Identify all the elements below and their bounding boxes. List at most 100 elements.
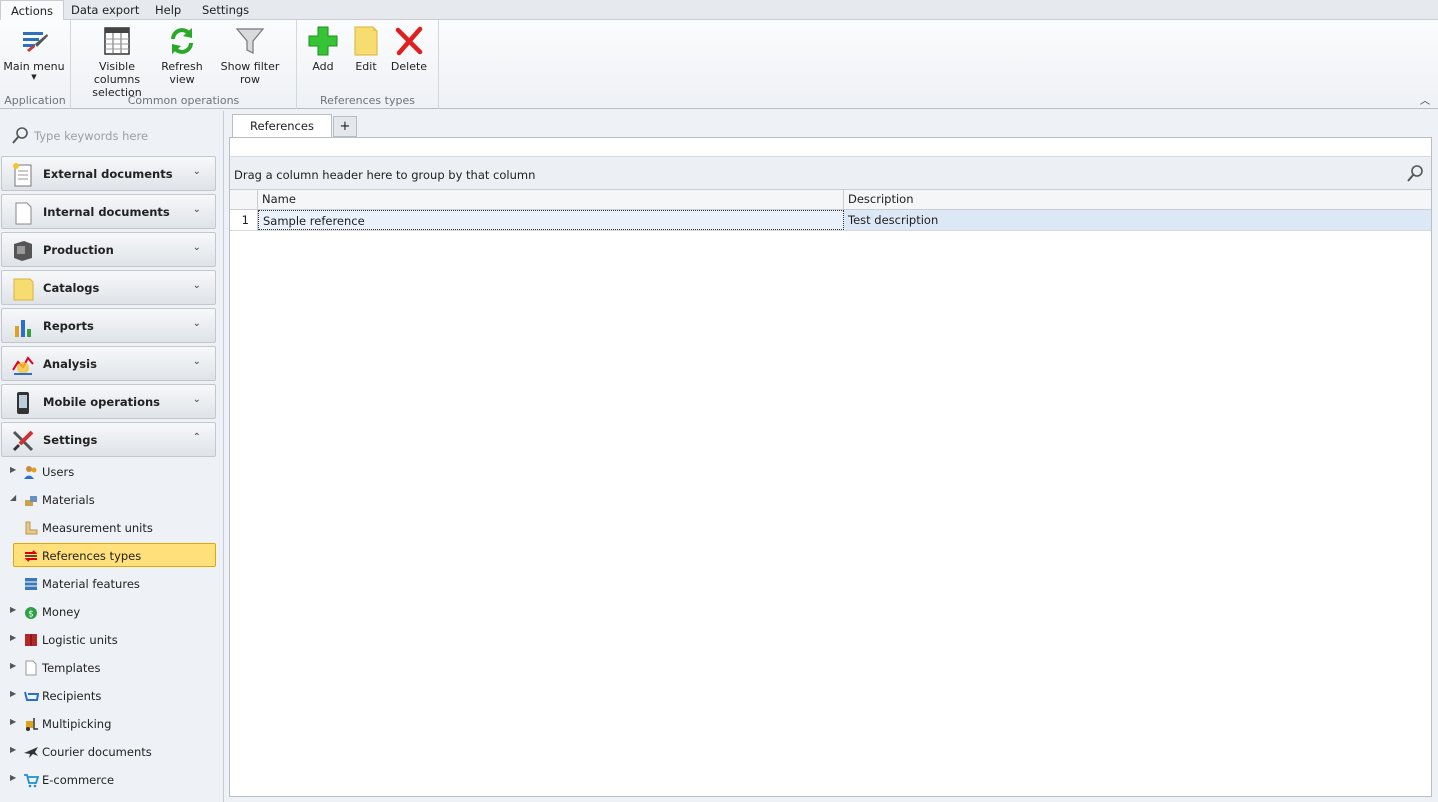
show-filter-label: Show filter row (220, 60, 280, 86)
refresh-label-1: Refresh (161, 60, 203, 73)
row-indicator-header (230, 190, 258, 210)
chevron-down-icon: ⌄ (192, 242, 201, 253)
collapse-arrow-icon[interactable]: ◢ (10, 493, 16, 502)
main-menu-button[interactable]: Main menu ▼ (3, 24, 65, 82)
content-area: References types + Drag a column header … (228, 112, 1435, 799)
pallet-icon (25, 634, 37, 646)
tree-item-references-types[interactable]: References types (13, 543, 216, 567)
main-menu-icon (23, 32, 48, 52)
tree-item-materials[interactable]: ◢ Materials (8, 488, 216, 512)
expand-arrow-icon[interactable]: ▶ (10, 605, 16, 614)
mobile-device-icon (17, 392, 29, 414)
tab-data-export[interactable]: Data export (61, 0, 149, 20)
filter-bar (230, 138, 1431, 157)
add-tab-button[interactable]: + (333, 116, 357, 137)
expand-arrow-icon[interactable]: ▶ (10, 465, 16, 474)
nav-group-label: Analysis (43, 357, 97, 371)
references-icon (24, 550, 38, 562)
nav-search-input[interactable] (34, 127, 214, 145)
nav-group-mobile-operations[interactable]: Mobile operations ⌄ (1, 384, 216, 419)
template-icon (25, 660, 37, 676)
ribbon-group-common: Visible columns selection Refresh view S… (71, 20, 297, 109)
expand-arrow-icon[interactable]: ▶ (10, 773, 16, 782)
show-filter-row-button[interactable]: Show filter row (210, 24, 290, 86)
ruler-icon (25, 521, 38, 535)
nav-group-internal-documents[interactable]: Internal documents ⌄ (1, 194, 216, 229)
tab-help[interactable]: Help (145, 0, 191, 20)
nav-group-external-documents[interactable]: External documents ⌄ (1, 156, 216, 191)
collapse-ribbon-icon[interactable]: ︿ (1420, 92, 1430, 107)
column-header-description[interactable]: Description (844, 190, 1431, 210)
tree-item-e-commerce[interactable]: ▶ E-commerce (8, 768, 216, 792)
nav-group-label: Settings (43, 433, 98, 447)
svg-text:$: $ (28, 610, 34, 620)
tree-item-courier-documents[interactable]: ▶ Courier documents (8, 740, 216, 764)
tab-settings[interactable]: Settings (192, 0, 259, 20)
table-row[interactable]: 1 Sample reference Test description (230, 210, 1431, 231)
production-icon (14, 241, 32, 261)
tree-item-multipicking[interactable]: ▶ Multipicking (8, 712, 216, 736)
cell-description[interactable]: Test description (844, 210, 1431, 230)
tree-item-users[interactable]: ▶ Users (8, 460, 216, 484)
search-icon[interactable] (1405, 164, 1425, 184)
group-hint: Drag a column header here to group by th… (234, 168, 536, 182)
blank-document-icon (15, 202, 32, 225)
add-icon (308, 26, 338, 56)
edit-label: Edit (355, 60, 377, 73)
cell-name[interactable]: Sample reference (258, 210, 844, 230)
nav-group-catalogs[interactable]: Catalogs ⌄ (1, 270, 216, 305)
nav-group-production[interactable]: Production ⌄ (1, 232, 216, 267)
dropdown-arrow-icon: ▼ (31, 73, 37, 81)
refresh-label-2: view (169, 73, 195, 86)
tree-item-label: Courier documents (42, 745, 152, 759)
recipients-icon (24, 691, 39, 701)
refresh-view-button[interactable]: Refresh view (159, 24, 205, 86)
nav-group-analysis[interactable]: Analysis ⌄ (1, 346, 216, 381)
add-button[interactable]: Add (303, 24, 343, 73)
tree-item-money[interactable]: ▶ $ Money (8, 600, 216, 624)
nav-group-label: Reports (43, 319, 94, 333)
tree-item-material-features[interactable]: Material features (8, 572, 216, 596)
tab-actions[interactable]: Actions (0, 0, 65, 21)
forklift-icon (26, 718, 38, 731)
tree-item-recipients[interactable]: ▶ Recipients (8, 684, 216, 708)
tree-item-label: E-commerce (42, 773, 115, 787)
group-caption-common: Common operations (127, 94, 240, 107)
tree-item-label: Users (42, 465, 75, 479)
nav-group-reports[interactable]: Reports ⌄ (1, 308, 216, 343)
visible-columns-label-1: Visible columns (93, 60, 141, 86)
document-tab-references-types[interactable]: References types (232, 114, 332, 155)
filter-icon (235, 28, 265, 54)
airplane-icon (24, 747, 38, 758)
visible-columns-button[interactable]: Visible columns selection (79, 24, 155, 99)
nav-group-label: Internal documents (43, 205, 170, 219)
expand-arrow-icon[interactable]: ▶ (10, 689, 16, 698)
main-menu-label: Main menu (3, 60, 65, 73)
delete-button[interactable]: Delete (389, 24, 429, 73)
expand-arrow-icon[interactable]: ▶ (10, 717, 16, 726)
nav-group-settings[interactable]: Settings ⌃ (1, 422, 216, 457)
ribbon-group-references: Add Edit Delete References types (297, 20, 439, 109)
nav-group-label: Catalogs (43, 281, 100, 295)
navigation-pane: External documents ⌄ Internal documents … (0, 111, 224, 802)
ribbon-group-application: Main menu ▼ Application (0, 20, 71, 109)
grid-panel: Drag a column header here to group by th… (229, 137, 1432, 797)
tree-item-logistic-units[interactable]: ▶ Logistic units (8, 628, 216, 652)
delete-icon (395, 26, 423, 56)
tree-item-measurement-units[interactable]: Measurement units (8, 516, 216, 540)
tree-item-templates[interactable]: ▶ Templates (8, 656, 216, 680)
nav-group-label: Production (43, 243, 114, 257)
catalog-icon (13, 278, 34, 301)
expand-arrow-icon[interactable]: ▶ (10, 661, 16, 670)
tree-item-label: Logistic units (42, 633, 118, 647)
group-panel[interactable]: Drag a column header here to group by th… (230, 157, 1431, 190)
ribbon-tab-bar: Actions Data export Help Settings (0, 0, 1438, 21)
expand-arrow-icon[interactable]: ▶ (10, 633, 16, 642)
expand-arrow-icon[interactable]: ▶ (10, 745, 16, 754)
edit-button[interactable]: Edit (347, 24, 385, 73)
refresh-icon (171, 28, 193, 54)
chevron-up-icon: ⌃ (192, 432, 201, 443)
column-header-name[interactable]: Name (258, 190, 844, 210)
tree-item-label: Material features (42, 577, 140, 591)
chevron-down-icon: ⌄ (192, 394, 201, 405)
